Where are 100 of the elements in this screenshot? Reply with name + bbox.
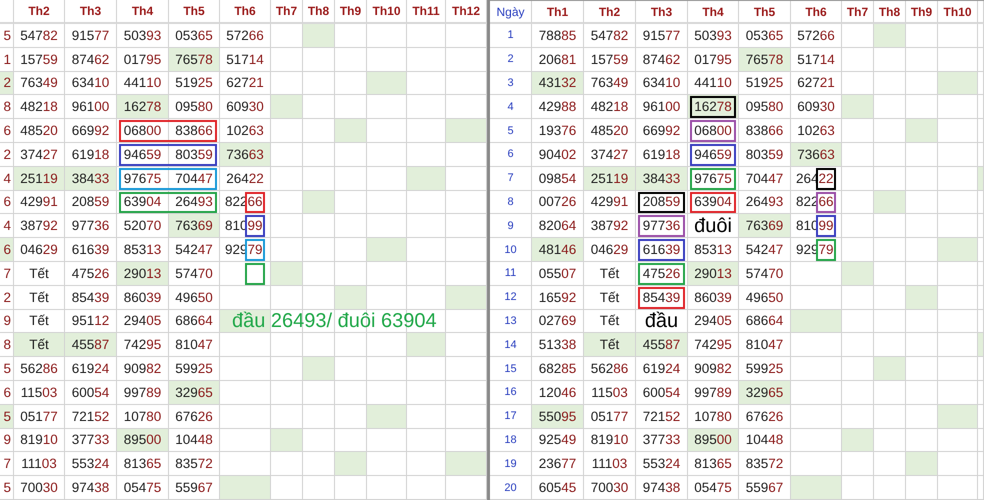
table-cell: 55324: [636, 452, 688, 476]
table-cell: 89500: [688, 428, 739, 452]
table-cell: 83572: [169, 452, 220, 476]
table-cell: 54247: [169, 238, 220, 262]
column-header: Th8: [303, 0, 335, 24]
annotation-text: đầu: [644, 310, 678, 331]
annotation-text: đầu 26493/ đuôi 63904: [232, 310, 437, 331]
column-header: Th3: [636, 1, 688, 24]
column-header: Th3: [65, 0, 117, 24]
table-cell: 32965: [169, 380, 220, 405]
table-cell: 32965: [739, 380, 791, 405]
table-cell: 42991: [14, 190, 65, 214]
table-cell: 57266: [791, 24, 842, 48]
table-cell: 94659: [688, 142, 739, 167]
table-cell: 6: [490, 142, 532, 167]
table-cell: 81047: [169, 333, 220, 358]
table-cell: 54782: [14, 24, 65, 48]
column-header: Th12: [446, 0, 487, 24]
table-cell: 55095: [532, 404, 584, 429]
table-cell: 61639: [65, 238, 117, 262]
column-header: Th5: [739, 1, 791, 24]
table-cell: 10448: [739, 428, 791, 452]
table-cell: 05177: [14, 404, 65, 429]
table-cell: 18: [490, 428, 532, 452]
column-header: Th10: [938, 1, 978, 24]
table-cell: 42988: [532, 95, 584, 120]
table-cell: 38792: [584, 214, 636, 238]
column-header: Th8: [874, 1, 906, 24]
table-cell: 20859: [65, 190, 117, 214]
table-cell: 1: [490, 24, 532, 48]
table-cell: 48520: [584, 119, 636, 143]
column-header: Th9: [335, 0, 367, 24]
table-cell: 7: [0, 262, 14, 286]
annotation-text: đuôi: [694, 216, 732, 236]
table-cell: 62721: [791, 72, 842, 96]
table-cell: 7: [490, 166, 532, 191]
table-cell: 12: [490, 286, 532, 310]
column-header: Ngày: [490, 1, 532, 24]
table-cell: 6: [0, 190, 14, 214]
column-header: Th4: [688, 1, 739, 24]
table-cell: 16592: [532, 286, 584, 310]
table-cell: 11503: [14, 380, 65, 405]
column-header: Th6: [791, 1, 842, 24]
table-cell: 57470: [169, 262, 220, 286]
table-cell: 6: [0, 238, 14, 262]
table-cell: 92549: [532, 428, 584, 452]
column-header: Th9: [906, 1, 938, 24]
table-cell: 49650: [169, 286, 220, 310]
column-header: Th5: [169, 0, 220, 24]
table-cell: 19376: [532, 119, 584, 143]
table-cell: 05475: [117, 476, 169, 500]
table-cell: 48520: [14, 119, 65, 143]
column-header: Th11: [407, 0, 446, 24]
table-cell: 90982: [688, 357, 739, 381]
table-cell: 76369: [169, 214, 220, 238]
table-cell: 11103: [14, 452, 65, 476]
table-cell: 15759: [584, 48, 636, 72]
table-cell: 2: [0, 72, 14, 96]
table-cell: 54247: [739, 238, 791, 262]
table-cell: 76349: [584, 72, 636, 96]
table-cell: 89500: [117, 428, 169, 452]
table-cell: 68285: [532, 357, 584, 381]
table-cell: 49650: [739, 286, 791, 310]
table-cell: 04629: [584, 238, 636, 262]
table-cell: 72152: [65, 404, 117, 429]
table-cell: 97736: [636, 214, 688, 238]
table-cell: 81047: [739, 333, 791, 358]
table-cell: 83866: [169, 119, 220, 143]
table-cell: 26422: [220, 166, 271, 191]
table-cell: 45587: [636, 333, 688, 358]
table-cell: 81910: [14, 428, 65, 452]
table-cell: 11: [490, 262, 532, 286]
table-cell: 74295: [117, 333, 169, 358]
table-cell: 57470: [739, 262, 791, 286]
table-cell: 48218: [584, 95, 636, 120]
table-cell: 73663: [220, 142, 271, 167]
table-cell: 76349: [14, 72, 65, 96]
table-cell: 5: [0, 404, 14, 429]
table-cell: 51925: [169, 72, 220, 96]
table-cell: Tết: [14, 333, 65, 358]
table-cell: 85439: [65, 286, 117, 310]
table-cell: 97675: [688, 166, 739, 191]
table-cell: 70447: [169, 166, 220, 191]
table-cell: 48218: [14, 95, 65, 120]
table-cell: 11103: [584, 452, 636, 476]
table-cell: 7: [0, 452, 14, 476]
table-cell: 00726: [532, 190, 584, 214]
table-cell: 2: [490, 48, 532, 72]
table-cell: 02769: [532, 310, 584, 334]
table-cell: 42991: [584, 190, 636, 214]
column-header: Th10: [367, 0, 407, 24]
table-cell: 38433: [65, 166, 117, 191]
table-cell: 43132: [532, 72, 584, 96]
table-cell: 63410: [65, 72, 117, 96]
table-cell: 97675: [117, 166, 169, 191]
table-cell: 90982: [117, 357, 169, 381]
table-cell: 83572: [739, 452, 791, 476]
table-cell: 97438: [65, 476, 117, 500]
table-cell: 11503: [584, 380, 636, 405]
table-cell: 86039: [688, 286, 739, 310]
